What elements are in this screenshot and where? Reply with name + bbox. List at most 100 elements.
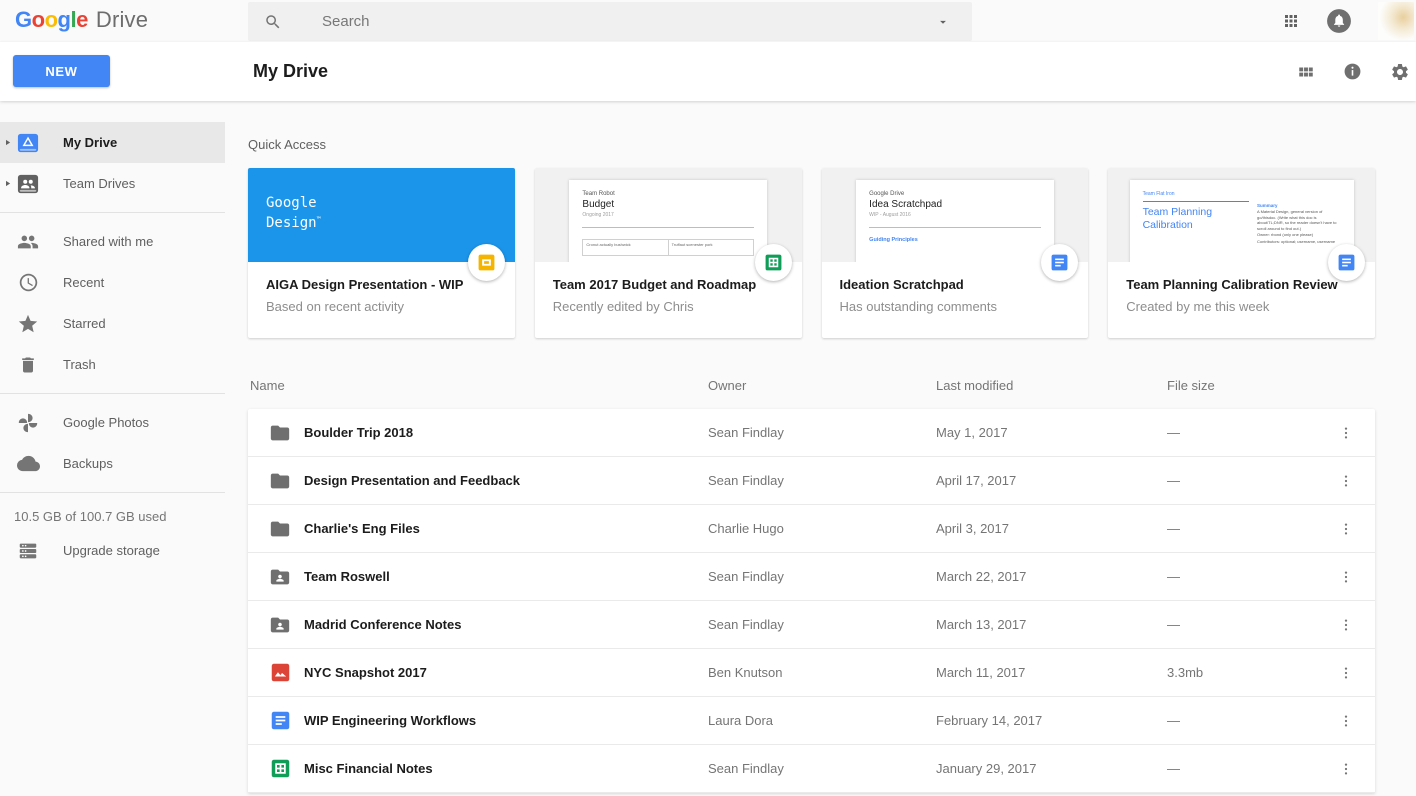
grid-view-icon[interactable] xyxy=(1297,63,1315,81)
logo-letter: G xyxy=(15,7,32,32)
logo-letter: o xyxy=(44,7,58,32)
sidebar-item-label: Trash xyxy=(63,357,96,372)
file-owner: Sean Findlay xyxy=(708,569,784,584)
card-subtitle: Based on recent activity xyxy=(266,299,405,314)
folder-shared-icon xyxy=(268,613,292,637)
file-size: — xyxy=(1167,617,1180,632)
sidebar-item-team-drives[interactable]: Team Drives xyxy=(0,163,225,204)
new-button[interactable]: NEW xyxy=(13,55,110,87)
image-file-icon xyxy=(268,661,292,685)
quick-access-card-aiga-design-presentation-wip[interactable]: Google Design™ AIGA Design Presentation … xyxy=(248,168,515,338)
trash-icon xyxy=(16,353,40,377)
file-owner: Ben Knutson xyxy=(708,665,783,680)
table-row-charlie-s-eng-files[interactable]: Charlie's Eng Files Charlie Hugo April 3, … xyxy=(248,505,1375,553)
star-icon xyxy=(16,312,40,336)
table-row-team-roswell[interactable]: Team Roswell Sean Findlay March 22, 2017 — xyxy=(248,553,1375,601)
photos-pinwheel-icon xyxy=(16,411,40,435)
sidebar-item-recent[interactable]: Recent xyxy=(0,262,225,303)
cloud-icon xyxy=(16,452,40,476)
sidebar-item-label: Upgrade storage xyxy=(63,543,160,558)
docs-badge-icon xyxy=(1041,244,1079,281)
file-table: Boulder Trip 2018 Sean Findlay May 1, 2017… xyxy=(248,409,1375,793)
file-size: — xyxy=(1167,521,1180,536)
file-size: — xyxy=(1167,713,1180,728)
more-options-icon[interactable] xyxy=(1317,425,1375,441)
google-apps-grid-icon[interactable] xyxy=(1282,12,1300,30)
drive-app-icon xyxy=(16,131,40,155)
more-options-icon[interactable] xyxy=(1317,713,1375,729)
sidebar-item-shared-with-me[interactable]: Shared with me xyxy=(0,221,225,262)
table-row-wip-engineering-workflows[interactable]: WIP Engineering Workflows Laura Dora Febru… xyxy=(248,697,1375,745)
file-size: 3.3mb xyxy=(1167,665,1204,680)
docs-badge-icon xyxy=(1328,244,1365,281)
expand-arrow-icon[interactable] xyxy=(3,178,12,189)
slides-badge-icon xyxy=(467,244,505,281)
more-options-icon[interactable] xyxy=(1317,665,1375,681)
top-app-bar: Google Drive xyxy=(0,0,1416,42)
file-name: Madrid Conference Notes xyxy=(304,617,462,632)
quick-access-cards: Google Design™ AIGA Design Presentation … xyxy=(248,168,1375,338)
logo-letter: g xyxy=(57,7,71,32)
file-last-modified: May 1, 2017 xyxy=(936,425,1008,440)
expand-arrow-icon[interactable] xyxy=(3,137,12,148)
quick-access-card-team-2017-budget-and-roadmap[interactable]: Team Robot Budget Ongoing 2017 Cronut ac… xyxy=(534,168,802,338)
more-options-icon[interactable] xyxy=(1317,521,1375,537)
search-icon[interactable] xyxy=(264,13,282,31)
table-row-madrid-conference-notes[interactable]: Madrid Conference Notes Sean Findlay March… xyxy=(248,601,1375,649)
file-size: — xyxy=(1167,569,1180,584)
sidebar-nav: My Drive Team Drives Shared with me Recent S… xyxy=(0,101,225,796)
file-last-modified: January 29, 2017 xyxy=(936,761,1037,776)
storage-servers-icon xyxy=(16,539,40,563)
table-row-misc-financial-notes[interactable]: Misc Financial Notes Sean Findlay January … xyxy=(248,745,1375,793)
sidebar-item-trash[interactable]: Trash xyxy=(0,344,225,385)
file-size: — xyxy=(1167,473,1180,488)
quick-access-card-team-planning-calibration-review[interactable]: Team Flat Iron Team Planning Calibration… xyxy=(1108,168,1375,338)
card-subtitle: Has outstanding comments xyxy=(839,299,998,314)
file-owner: Sean Findlay xyxy=(708,617,784,632)
clock-icon xyxy=(16,271,40,295)
file-name: WIP Engineering Workflows xyxy=(304,713,477,728)
file-size: — xyxy=(1167,425,1180,440)
google-drive-logo[interactable]: Google Drive xyxy=(15,7,148,33)
sidebar-item-upgrade-storage[interactable]: Upgrade storage xyxy=(0,530,225,571)
card-title: AIGA Design Presentation - WIP xyxy=(266,277,464,292)
notifications-bell-icon[interactable] xyxy=(1326,8,1352,34)
card-subtitle: Created by me this week xyxy=(1126,299,1270,314)
sidebar-divider xyxy=(0,393,225,394)
more-options-icon[interactable] xyxy=(1317,761,1375,777)
more-options-icon[interactable] xyxy=(1317,617,1375,633)
account-avatar[interactable] xyxy=(1378,2,1414,40)
info-icon[interactable] xyxy=(1343,62,1362,81)
sidebar-item-backups[interactable]: Backups xyxy=(0,443,225,484)
table-row-design-presentation-and-feedback[interactable]: Design Presentation and Feedback Sean Fin… xyxy=(248,457,1375,505)
search-input[interactable] xyxy=(322,13,936,30)
sidebar-item-label: My Drive xyxy=(63,135,118,150)
card-subtitle: Recently edited by Chris xyxy=(552,299,694,314)
sidebar-item-google-photos[interactable]: Google Photos xyxy=(0,402,225,443)
docs-file-icon xyxy=(268,709,292,733)
table-row-nyc-snapshot-2017[interactable]: NYC Snapshot 2017 Ben Knutson March 11, 20… xyxy=(248,649,1375,697)
logo-letter: o xyxy=(31,7,45,32)
table-row-boulder-trip-2018[interactable]: Boulder Trip 2018 Sean Findlay May 1, 2017… xyxy=(248,409,1375,457)
logo-letter: e xyxy=(76,7,88,32)
file-name: Team Roswell xyxy=(304,569,390,584)
column-header-last-modified[interactable]: Last modified xyxy=(936,378,1167,393)
file-name: NYC Snapshot 2017 xyxy=(304,665,427,680)
sidebar-item-starred[interactable]: Starred xyxy=(0,303,225,344)
search-bar[interactable] xyxy=(248,2,972,41)
file-owner: Sean Findlay xyxy=(708,761,784,776)
view-controls xyxy=(1297,42,1410,101)
file-owner: Laura Dora xyxy=(708,713,774,728)
settings-gear-icon[interactable] xyxy=(1390,62,1410,82)
folder-icon xyxy=(268,469,292,493)
column-header-name[interactable]: Name xyxy=(248,378,708,393)
quick-access-card-ideation-scratchpad[interactable]: Google Drive Idea Scratchpad WIP - Augus… xyxy=(821,168,1089,338)
file-last-modified: April 3, 2017 xyxy=(936,521,1009,536)
sidebar-item-my-drive[interactable]: My Drive xyxy=(0,122,225,163)
more-options-icon[interactable] xyxy=(1317,473,1375,489)
column-header-owner[interactable]: Owner xyxy=(708,378,936,393)
sidebar-item-label: Backups xyxy=(63,456,113,471)
search-options-caret-icon[interactable] xyxy=(936,15,950,29)
column-header-file-size[interactable]: File size xyxy=(1167,378,1375,393)
more-options-icon[interactable] xyxy=(1317,569,1375,585)
